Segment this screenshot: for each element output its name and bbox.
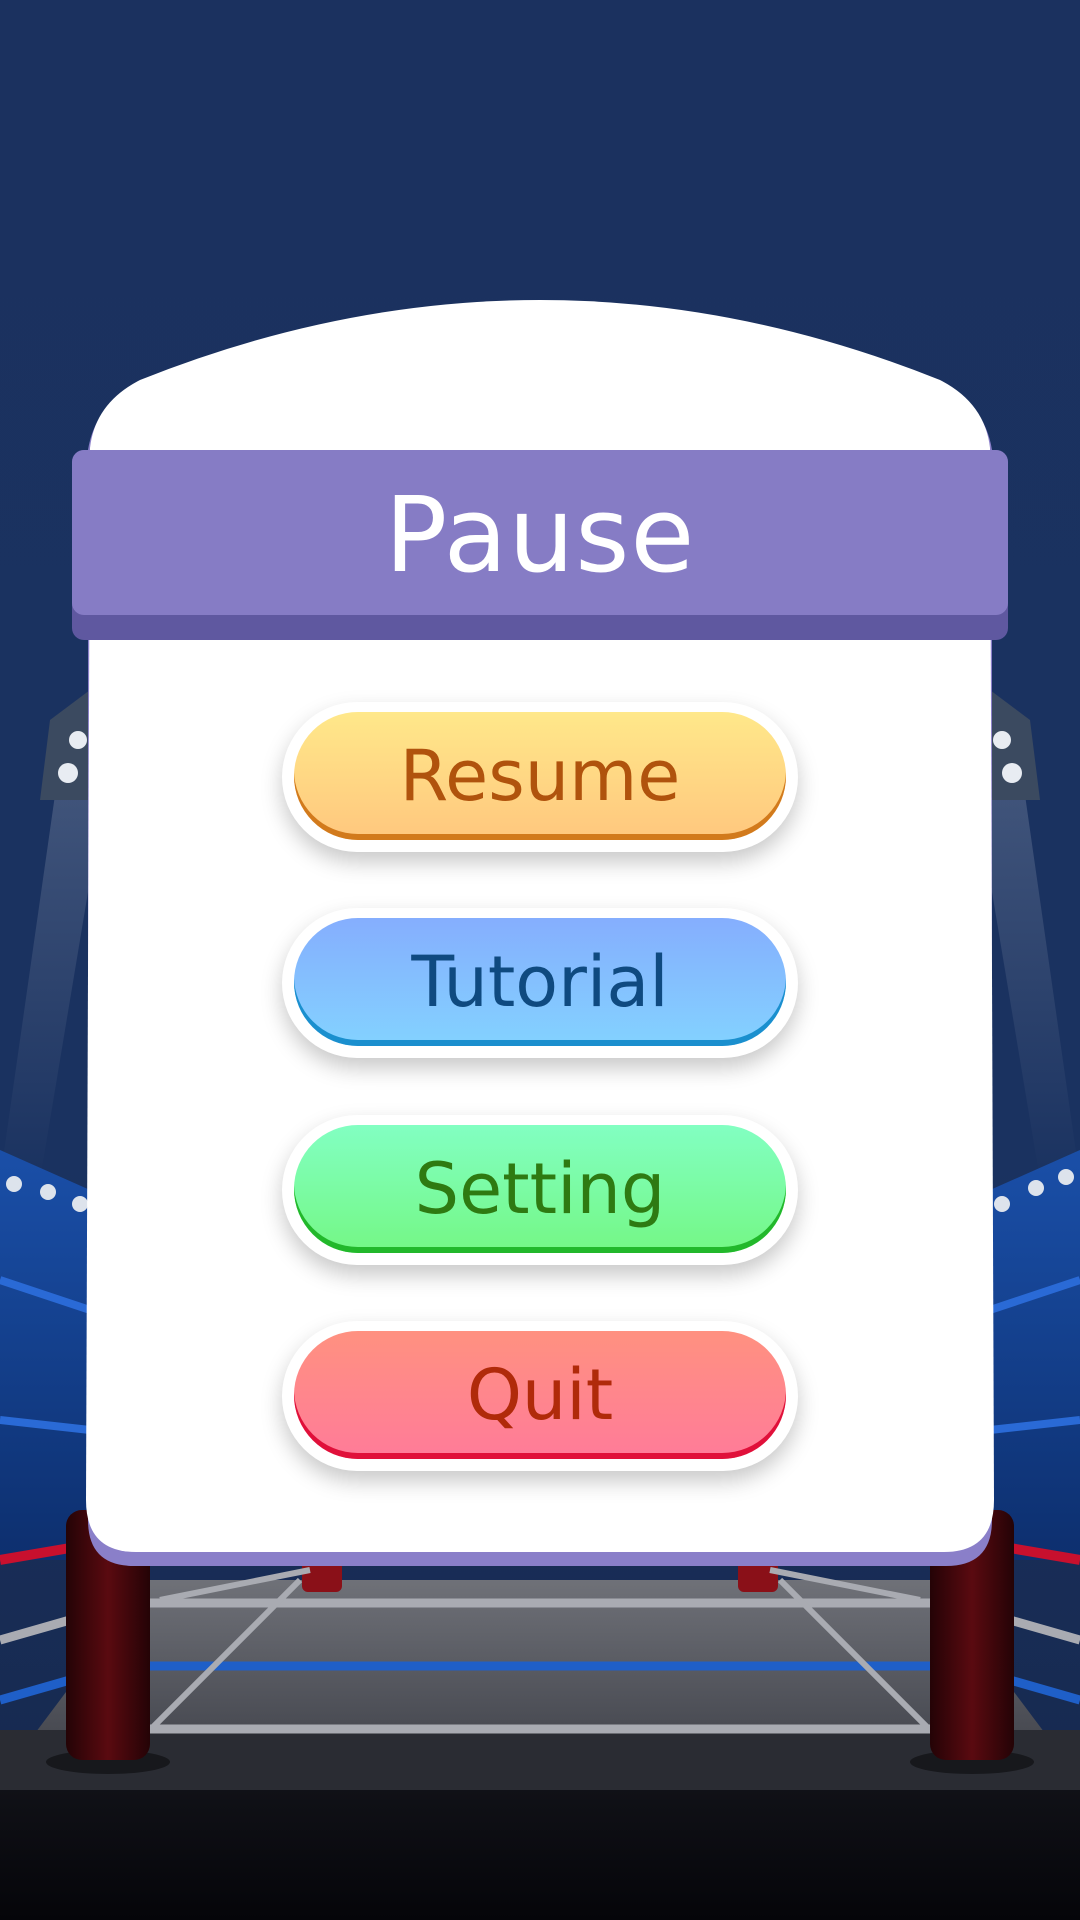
stands-right (988, 1150, 1080, 1560)
tutorial-button-label: Tutorial (294, 918, 786, 1046)
quit-button-label: Quit (294, 1331, 786, 1459)
setting-button[interactable]: Setting (282, 1115, 798, 1265)
tutorial-button[interactable]: Tutorial (282, 908, 798, 1058)
pause-title: Pause (384, 474, 696, 596)
resume-button[interactable]: Resume (282, 702, 798, 852)
resume-button-label: Resume (294, 712, 786, 840)
setting-button-label: Setting (294, 1125, 786, 1253)
quit-button[interactable]: Quit (282, 1321, 798, 1471)
pause-screen: Pause Resume Tutorial Setting Quit (0, 0, 1080, 1920)
stands-left (0, 1150, 92, 1560)
